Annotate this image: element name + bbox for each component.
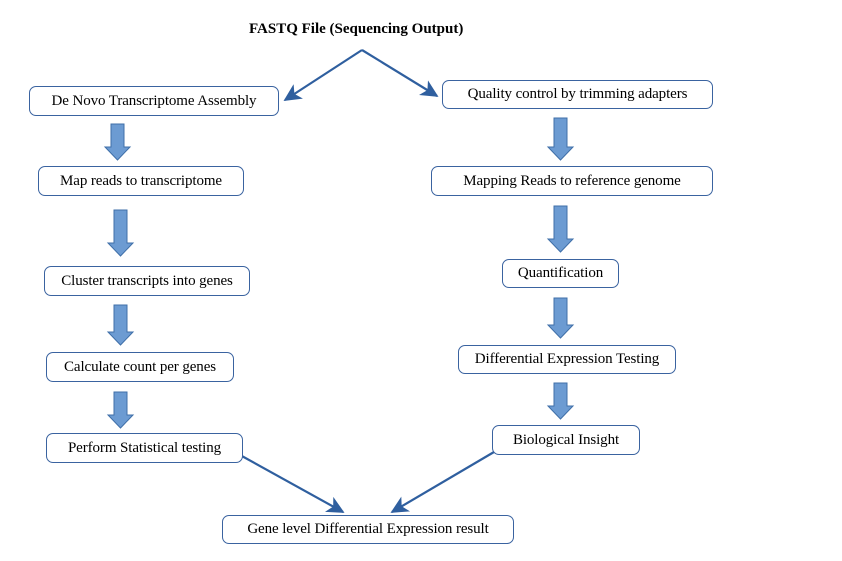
node-quantification[interactable]: Quantification: [502, 259, 619, 288]
page-title: FASTQ File (Sequencing Output): [249, 21, 464, 37]
arrow-fastq-to-assembly: [283, 49, 363, 101]
node-cluster-transcripts-into-genes[interactable]: Cluster transcripts into genes: [44, 266, 250, 296]
node-gene-level-differential-expression-result[interactable]: Gene level Differential Expression resul…: [222, 515, 514, 544]
node-label: De Novo Transcriptome Assembly: [51, 92, 257, 109]
line-arrow-group: [239, 49, 495, 513]
node-quality-control-trimming-adapters[interactable]: Quality control by trimming adapters: [442, 80, 713, 109]
arrow-mapping-to-quantification: [546, 205, 575, 253]
arrow-cluster-to-calculate: [106, 304, 135, 346]
node-calculate-count-per-genes[interactable]: Calculate count per genes: [46, 352, 234, 382]
arrow-quantification-to-det: [546, 297, 575, 339]
node-label: Calculate count per genes: [63, 358, 217, 375]
arrow-det-to-biological: [546, 382, 575, 420]
arrow-calculate-to-perform: [106, 391, 135, 429]
arrow-assembly-to-map: [103, 123, 132, 161]
node-label: Quality control by trimming adapters: [467, 86, 688, 102]
node-label: Differential Expression Testing: [474, 351, 660, 367]
node-differential-expression-testing[interactable]: Differential Expression Testing: [458, 345, 676, 374]
node-map-reads-to-transcriptome[interactable]: Map reads to transcriptome: [38, 166, 244, 196]
arrow-fastq-to-quality-control: [361, 49, 439, 97]
arrow-qc-to-mapping: [546, 117, 575, 161]
node-perform-statistical-testing[interactable]: Perform Statistical testing: [46, 433, 243, 463]
node-label: Perform Statistical testing: [67, 439, 222, 456]
arrow-map-to-cluster: [106, 209, 135, 257]
node-label: Mapping Reads to reference genome: [463, 172, 681, 189]
node-label: Quantification: [517, 265, 604, 281]
arrow-perform-to-gene-level: [239, 454, 345, 513]
node-label: Biological Insight: [512, 431, 620, 448]
node-biological-insight[interactable]: Biological Insight: [492, 425, 640, 455]
node-mapping-reads-to-reference-genome[interactable]: Mapping Reads to reference genome: [431, 166, 713, 196]
flowchart-canvas: FASTQ File (Sequencing Output) De Novo T…: [0, 0, 842, 561]
node-de-novo-transcriptome-assembly[interactable]: De Novo Transcriptome Assembly: [29, 86, 279, 116]
node-label: Map reads to transcriptome: [60, 172, 222, 189]
node-label: Cluster transcripts into genes: [61, 272, 233, 289]
node-label: Gene level Differential Expression resul…: [247, 521, 489, 537]
arrow-biological-to-gene-level: [390, 451, 495, 513]
